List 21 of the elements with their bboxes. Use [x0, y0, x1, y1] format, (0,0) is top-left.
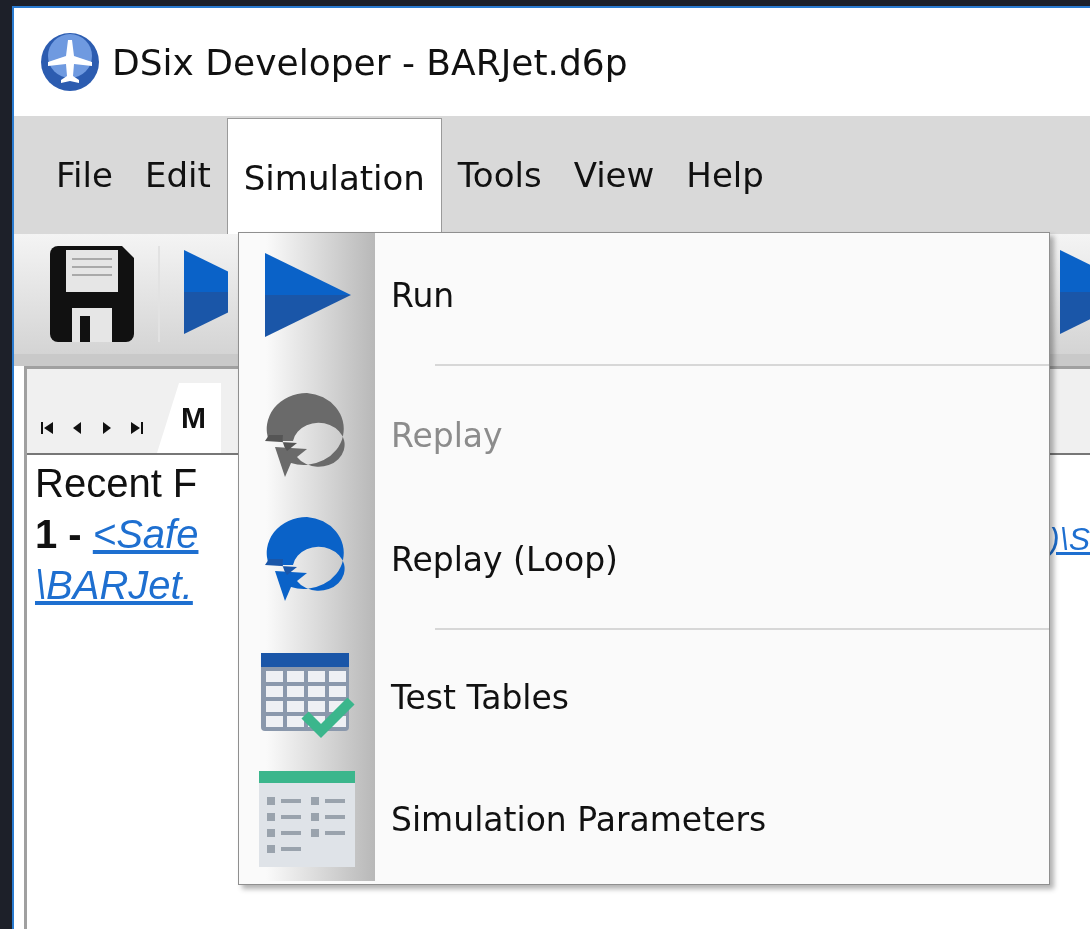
menu-item[interactable]: Simulation	[226, 118, 442, 236]
window-title: DSix Developer - BARJet.d6p	[112, 41, 628, 83]
last-icon	[130, 420, 144, 436]
menu-item[interactable]: Help	[670, 116, 780, 234]
menu-option[interactable]: Run	[239, 233, 1049, 357]
recent-file-link[interactable]: <Safe	[92, 512, 199, 557]
menu-option[interactable]: Simulation Parameters	[239, 757, 1049, 881]
menu-item[interactable]: Tools	[441, 116, 558, 234]
menu-option[interactable]: Replay (Loop)	[239, 497, 1049, 621]
recent-files-heading: Recent F	[35, 461, 199, 506]
menu-item[interactable]: View	[557, 116, 671, 234]
first-icon	[40, 420, 54, 436]
list-sheet-icon	[257, 769, 357, 869]
menu-option[interactable]: Test Tables	[239, 637, 1049, 757]
airplane-logo-icon	[40, 32, 100, 92]
entry-number: 1 -	[35, 512, 83, 557]
menu-item[interactable]: File	[40, 116, 129, 234]
recent-file-link[interactable]: \BARJet.	[35, 563, 193, 608]
tab[interactable]: M	[157, 383, 221, 453]
menu-item[interactable]: Edit	[128, 116, 227, 234]
recent-file-link[interactable]: )\S	[1049, 521, 1090, 557]
